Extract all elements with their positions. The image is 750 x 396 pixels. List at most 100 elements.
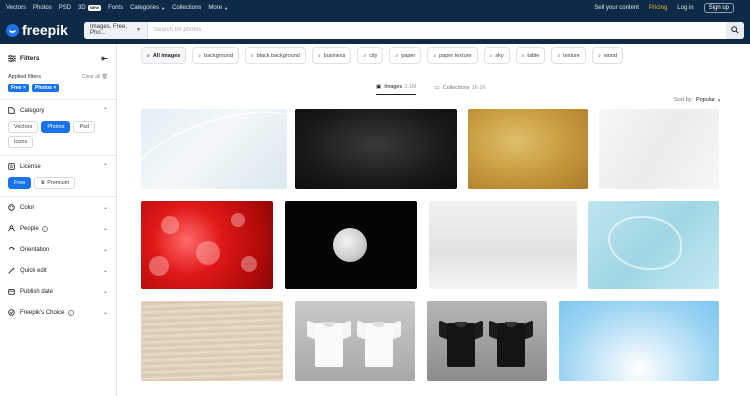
topnav-right: Sell your content Pricing Log in Sign up — [594, 3, 744, 13]
new-badge: NEW — [87, 5, 102, 11]
filters-header: Filters ⇤ — [0, 44, 116, 66]
clear-all-button[interactable]: Clear all 🗑 — [82, 74, 108, 80]
tag-black-background[interactable]: ⌕ black background — [244, 47, 306, 64]
category-section-header[interactable]: Category ⌃ — [0, 100, 116, 121]
search-icon: ⌕ — [395, 52, 399, 59]
chevron-down-icon: ▼ — [224, 5, 229, 11]
nav-fonts[interactable]: Fonts — [108, 5, 123, 11]
search-button[interactable] — [726, 21, 744, 39]
chevron-down-icon: ▼ — [136, 27, 141, 33]
nav-collections[interactable]: Collections — [172, 5, 201, 11]
tag-background[interactable]: ⌕ background — [192, 47, 239, 64]
image-thumbnail-white-abstract[interactable] — [599, 109, 719, 189]
tab-collections[interactable]: ▭ Collections 16.1K — [434, 84, 485, 95]
nav-photos[interactable]: Photos — [33, 5, 52, 11]
signup-button[interactable]: Sign up — [703, 3, 734, 13]
tag-paper-texture[interactable]: ⌕ paper texture — [427, 47, 478, 64]
chip-free[interactable]: Free × — [8, 84, 29, 92]
tag-wood[interactable]: ⌕ wood — [592, 47, 623, 64]
search-icon: ⌕ — [489, 52, 493, 59]
nav-vectors[interactable]: Vectors — [6, 5, 26, 11]
header: freepik Images, Free, Pho... ▼ — [0, 16, 750, 44]
chevron-down-icon: ⌄ — [102, 205, 108, 211]
search-icon: ⌕ — [521, 52, 525, 59]
tab-images[interactable]: ▣ Images 2.1M — [376, 84, 417, 95]
chip-photos[interactable]: Photos × — [31, 84, 60, 92]
chip-free-label: Free — [11, 85, 22, 91]
nav-categories[interactable]: Categories ▼ — [130, 5, 165, 11]
image-thumbnail-black-tshirts[interactable] — [427, 301, 547, 381]
image-thumbnail-water-surface[interactable] — [588, 201, 719, 289]
category-options: Vectors Photos Psd Icons — [0, 121, 116, 148]
sell-content-link[interactable]: Sell your content — [594, 5, 639, 11]
search-scope-dropdown[interactable]: Images, Free, Pho... ▼ — [84, 21, 148, 39]
search-input[interactable] — [148, 21, 726, 39]
filter-icon — [8, 55, 16, 62]
sort-by-dropdown[interactable]: Sort by: Popular ▼ — [674, 97, 721, 103]
chevron-up-icon: ⌃ — [102, 108, 108, 114]
info-icon[interactable]: i — [67, 309, 74, 316]
license-premium[interactable]: ♛ Premium — [34, 177, 76, 189]
image-thumbnail-full-moon[interactable] — [285, 201, 417, 289]
top-navigation: Vectors Photos PSD 3D NEW Fonts Categorie… — [0, 0, 750, 16]
chevron-down-icon: ▼ — [161, 5, 166, 11]
collapse-sidebar-icon[interactable]: ⇤ — [101, 54, 108, 63]
sort-label: Sort by: — [674, 97, 693, 103]
tag-label: texture — [563, 52, 580, 59]
category-photos[interactable]: Photos — [41, 121, 71, 133]
bokeh-light — [231, 213, 245, 227]
tag-table[interactable]: ⌕ table — [515, 47, 546, 64]
publish-date-title: Publish date — [20, 288, 54, 295]
content-type-tabs: ▣ Images 2.1M ▭ Collections 16.1K — [376, 84, 504, 95]
license-free[interactable]: Free — [8, 177, 32, 189]
image-thumbnail-red-bokeh[interactable] — [141, 201, 273, 289]
tag-texture[interactable]: ⌕ texture — [551, 47, 586, 64]
search-icon: ⌕ — [598, 52, 601, 59]
category-psd[interactable]: Psd — [73, 121, 95, 133]
license-section-header[interactable]: License ⌃ — [0, 156, 116, 177]
filters-title: Filters — [20, 55, 40, 62]
color-section[interactable]: Color ⌄ — [0, 197, 116, 218]
tag-label: table — [527, 52, 540, 59]
tab-collections-label: Collections — [442, 84, 470, 91]
search-icon: ⌕ — [250, 52, 254, 59]
nav-more[interactable]: More ▼ — [208, 5, 228, 11]
image-thumbnail-gold-texture[interactable] — [468, 109, 588, 189]
info-icon[interactable]: i — [41, 225, 48, 232]
moon — [333, 228, 367, 262]
pricing-link[interactable]: Pricing — [649, 5, 667, 11]
license-icon — [8, 163, 16, 170]
image-thumbnail-wood-texture[interactable] — [141, 301, 283, 381]
category-vectors[interactable]: Vectors — [8, 121, 39, 133]
bokeh-light — [196, 241, 220, 265]
close-icon: × — [53, 85, 57, 91]
image-thumbnail-black-texture[interactable] — [295, 109, 457, 189]
nav-3d[interactable]: 3D NEW — [78, 5, 102, 11]
publish-date-section[interactable]: Publish date ⌄ — [0, 281, 116, 302]
tag-label: sky — [495, 52, 504, 59]
people-icon — [8, 225, 16, 232]
tag-paper[interactable]: ⌕ paper — [389, 47, 422, 64]
tag-city[interactable]: ⌕ city — [357, 47, 384, 64]
freepiks-choice-section[interactable]: Freepik's Choice i ⌄ — [0, 302, 116, 323]
image-thumbnail-light-blue-abstract[interactable] — [141, 109, 287, 189]
image-thumbnail-grey-studio[interactable] — [429, 201, 577, 289]
tag-label: black background — [256, 52, 300, 59]
nav-3d-label: 3D — [78, 5, 86, 11]
category-icons[interactable]: Icons — [8, 136, 34, 148]
nav-psd[interactable]: PSD — [59, 5, 71, 11]
image-thumbnail-blue-gradient[interactable] — [559, 301, 719, 381]
crown-icon: ♛ — [40, 180, 46, 186]
login-link[interactable]: Log in — [677, 5, 693, 11]
tag-sky[interactable]: ⌕ sky — [483, 47, 510, 64]
orientation-section[interactable]: Orientation ⌄ — [0, 239, 116, 260]
quick-edit-section[interactable]: Quick edit ⌄ — [0, 260, 116, 281]
people-section[interactable]: People i ⌄ — [0, 218, 116, 239]
image-thumbnail-white-tshirts[interactable] — [295, 301, 415, 381]
category-icon — [8, 107, 16, 114]
freepik-logo[interactable]: freepik — [6, 22, 84, 38]
tag-business[interactable]: ⌕ business — [311, 47, 352, 64]
tag-all-images[interactable]: ⌕ All images — [141, 47, 187, 64]
main-content: ⌕ All images ⌕ background ⌕ black backgroun… — [118, 44, 750, 396]
color-title: Color — [20, 204, 35, 211]
